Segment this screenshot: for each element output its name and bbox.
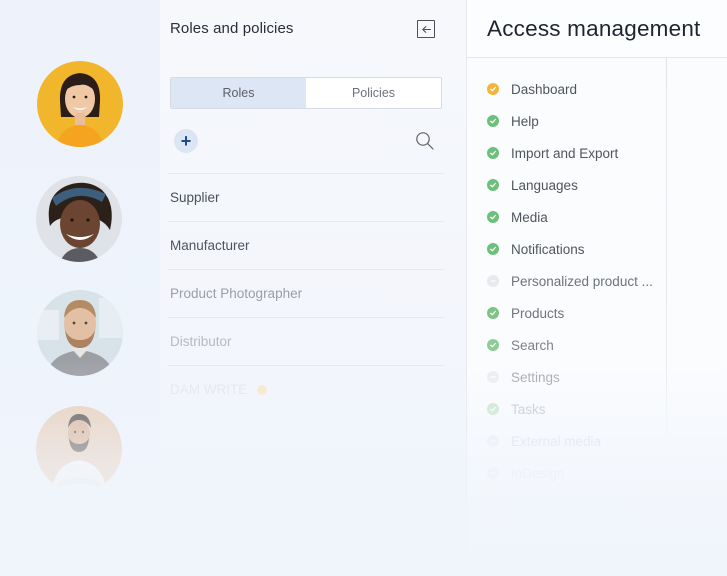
permission-item[interactable]: Media bbox=[487, 201, 653, 233]
permission-label: Tasks bbox=[511, 401, 546, 417]
permission-item[interactable]: Tasks bbox=[487, 393, 653, 425]
avatar[interactable] bbox=[36, 406, 122, 492]
role-list-item[interactable]: Supplier bbox=[168, 173, 444, 221]
permission-label: External media bbox=[511, 433, 602, 449]
check-circle-icon bbox=[487, 403, 499, 415]
access-header: Access management bbox=[467, 0, 727, 58]
role-label: Distributor bbox=[170, 334, 232, 349]
role-list-item[interactable]: DAM WRITE bbox=[168, 365, 444, 413]
role-label: Product Photographer bbox=[170, 286, 303, 301]
check-circle-icon bbox=[487, 179, 499, 191]
collapse-panel-button[interactable] bbox=[417, 20, 435, 38]
access-management-panel: Access management Dashboard Help Import an… bbox=[466, 0, 727, 576]
avatar[interactable] bbox=[36, 176, 122, 262]
no-access-icon bbox=[487, 467, 499, 479]
page-title: Access management bbox=[487, 15, 701, 41]
permission-item[interactable]: InDesign bbox=[487, 457, 653, 489]
role-list-item[interactable]: Distributor bbox=[168, 317, 444, 365]
role-status-dot-icon bbox=[257, 384, 268, 395]
permission-label: Settings bbox=[511, 369, 560, 385]
search-icon bbox=[416, 132, 434, 150]
tab-roles[interactable]: Roles bbox=[171, 78, 306, 108]
permission-label: Dashboard bbox=[511, 81, 578, 97]
permission-item[interactable]: Settings bbox=[487, 361, 653, 393]
partial-check-icon bbox=[487, 83, 499, 95]
permission-item[interactable]: External media bbox=[487, 425, 653, 457]
check-circle-icon bbox=[487, 115, 499, 127]
arrow-left-collapse-icon bbox=[421, 25, 431, 33]
permission-label: Languages bbox=[511, 177, 578, 193]
permission-item[interactable]: Products bbox=[487, 297, 653, 329]
roles-policies-tabs: Roles Policies bbox=[170, 77, 442, 109]
role-list-item[interactable]: Manufacturer bbox=[168, 221, 444, 269]
avatar-woman-yellow-image bbox=[37, 61, 123, 147]
permission-label: Media bbox=[511, 209, 548, 225]
permission-label: Personalized product ... bbox=[511, 273, 653, 289]
permission-label: Products bbox=[511, 305, 565, 321]
role-label: DAM WRITE bbox=[170, 382, 248, 397]
check-circle-icon bbox=[487, 339, 499, 351]
role-list-item[interactable]: Product Photographer bbox=[168, 269, 444, 317]
permission-label: Import and Export bbox=[511, 145, 619, 161]
permission-label: InDesign bbox=[511, 465, 565, 481]
role-label: Manufacturer bbox=[170, 238, 250, 253]
search-button[interactable] bbox=[415, 131, 435, 151]
tab-policies[interactable]: Policies bbox=[306, 78, 441, 108]
panel-title: Roles and policies bbox=[170, 20, 294, 37]
permission-item[interactable]: Help bbox=[487, 105, 653, 137]
permission-label: Search bbox=[511, 337, 554, 353]
permission-item[interactable]: Dashboard bbox=[487, 73, 653, 105]
permission-label: Help bbox=[511, 113, 539, 129]
permission-item[interactable]: Languages bbox=[487, 169, 653, 201]
roles-policies-panel: Roles and policies Roles Policies + Supp… bbox=[160, 0, 466, 576]
no-access-icon bbox=[487, 371, 499, 383]
permission-item[interactable]: Search bbox=[487, 329, 653, 361]
role-label: Supplier bbox=[170, 190, 220, 205]
access-body: Dashboard Help Import and Export Languages M… bbox=[467, 58, 727, 576]
avatar-man-white-shirt-image bbox=[36, 406, 122, 492]
divider bbox=[666, 58, 667, 458]
check-circle-icon bbox=[487, 211, 499, 223]
avatar-man-beard-sweater-image bbox=[37, 290, 123, 376]
avatar[interactable] bbox=[37, 290, 123, 376]
check-circle-icon bbox=[487, 307, 499, 319]
add-role-button[interactable]: + bbox=[174, 129, 198, 153]
permission-list: Dashboard Help Import and Export Languages M… bbox=[487, 73, 653, 489]
check-circle-icon bbox=[487, 147, 499, 159]
no-access-icon bbox=[487, 275, 499, 287]
role-list: Supplier Manufacturer Product Photographer… bbox=[168, 173, 444, 413]
avatar-woman-headband-image bbox=[36, 176, 122, 262]
avatar[interactable] bbox=[37, 61, 123, 147]
check-circle-icon bbox=[487, 243, 499, 255]
no-access-icon bbox=[487, 435, 499, 447]
permission-label: Notifications bbox=[511, 241, 585, 257]
permission-item[interactable]: Import and Export bbox=[487, 137, 653, 169]
plus-icon: + bbox=[180, 131, 192, 151]
permission-item[interactable]: Personalized product ... bbox=[487, 265, 653, 297]
permission-item[interactable]: Notifications bbox=[487, 233, 653, 265]
